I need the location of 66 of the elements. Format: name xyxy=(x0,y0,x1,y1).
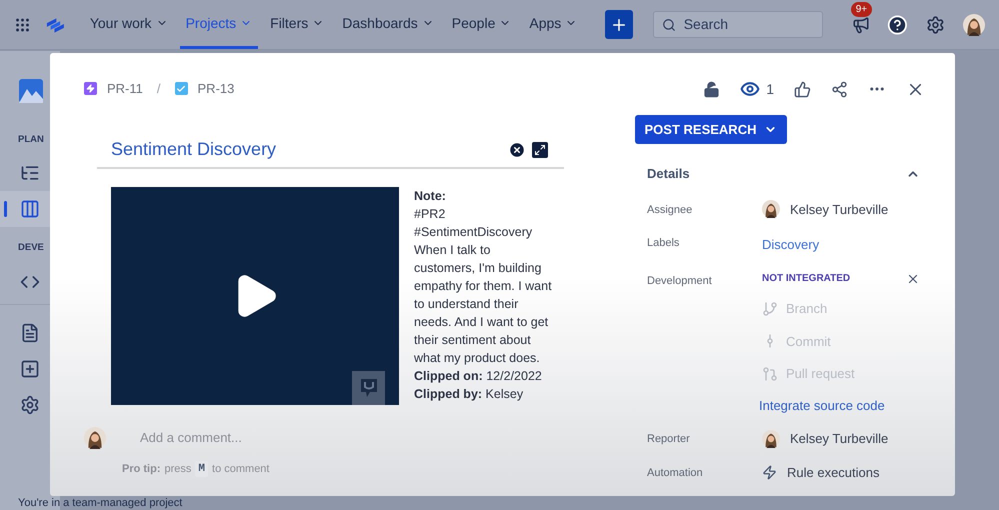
note-text: #PR2 #SentimentDiscovery When I talk to customers, I'm building empathy for them. I want to understand their needs. And I want to get their sentiment about what my product does. xyxy=(414,206,553,366)
task-icon xyxy=(174,82,188,96)
field-label: Labels xyxy=(647,236,680,251)
note-label: Note: xyxy=(414,188,447,204)
expand-icon[interactable] xyxy=(532,142,548,158)
dev-item: Commit xyxy=(786,332,831,350)
notification-badge: 9+ xyxy=(850,2,872,16)
share-icon[interactable] xyxy=(831,80,848,98)
field-label: Reporter xyxy=(647,432,691,447)
status-button[interactable]: POST RESEARCH xyxy=(635,115,787,144)
avatar-icon xyxy=(762,430,780,448)
settings-icon[interactable] xyxy=(926,14,945,34)
avatar-icon xyxy=(762,200,780,218)
close-icon[interactable] xyxy=(508,140,526,158)
section-label: DEVE xyxy=(18,241,45,256)
field-label: Automation xyxy=(647,466,704,480)
search-input[interactable]: Search xyxy=(684,14,814,35)
search-field[interactable]: Search xyxy=(652,11,823,38)
field-value: Kelsey Turbeville xyxy=(790,430,888,448)
lock-icon[interactable] xyxy=(703,80,720,98)
nav-tab[interactable]: Filters xyxy=(264,0,330,49)
breadcrumb-separator: / xyxy=(156,80,161,98)
help-icon[interactable] xyxy=(887,14,908,36)
dev-item: Pull request xyxy=(786,365,855,383)
page-icon[interactable] xyxy=(20,322,40,342)
search-icon xyxy=(662,18,676,32)
settings-icon[interactable] xyxy=(20,394,40,414)
footer-text: You're in a team-managed project xyxy=(18,497,182,510)
field-label: Development xyxy=(647,274,713,289)
avatar-icon xyxy=(84,426,106,448)
eye-icon xyxy=(740,79,760,99)
apps-grid-icon[interactable] xyxy=(14,16,32,34)
project-avatar-icon[interactable] xyxy=(19,79,43,103)
nav-tab[interactable]: Your work xyxy=(84,0,174,49)
notifications-icon[interactable] xyxy=(852,16,870,34)
nav-tab[interactable]: Apps xyxy=(523,0,584,49)
comment-field[interactable]: Add a comment... xyxy=(140,428,440,448)
pull-request-icon xyxy=(762,366,778,382)
field-label: Assignee xyxy=(647,202,694,218)
avatar-icon xyxy=(962,14,985,36)
breadcrumb-link[interactable]: PR-11 xyxy=(107,79,143,98)
nav-tab[interactable]: People xyxy=(446,0,518,49)
field-value: Kelsey Turbeville xyxy=(790,200,888,219)
logo-icon[interactable] xyxy=(45,16,66,34)
label-link[interactable]: Discovery xyxy=(762,237,820,252)
integrate-link[interactable]: Integrate source code xyxy=(759,396,925,415)
like-icon[interactable] xyxy=(794,80,811,98)
pro-tip-text: Pro tip: press M to comment xyxy=(122,460,610,477)
branch-icon xyxy=(762,300,778,317)
status-lozenge: NOT INTEGRATED xyxy=(762,272,850,286)
add-shortcut-icon[interactable] xyxy=(20,358,40,378)
breadcrumb-link[interactable]: PR-13 xyxy=(198,79,234,98)
nav-tab[interactable]: Dashboards xyxy=(336,0,440,49)
clip-meta: Clipped by: Kelsey xyxy=(414,386,524,402)
section-label: PLAN xyxy=(18,133,45,147)
field-value: Rule executions xyxy=(787,464,880,482)
logo-icon xyxy=(352,370,385,404)
board-icon[interactable] xyxy=(20,199,40,220)
lightning-icon xyxy=(762,464,777,480)
details-heading: Details xyxy=(647,165,690,183)
clip-meta: Clipped on: 12/2/2022 xyxy=(414,368,543,384)
watch-button[interactable]: 1 xyxy=(740,78,774,100)
create-button[interactable] xyxy=(605,10,633,39)
epic-icon xyxy=(84,82,97,96)
dev-item: Branch xyxy=(786,300,828,318)
clip-title: Sentiment Discovery xyxy=(111,138,276,161)
